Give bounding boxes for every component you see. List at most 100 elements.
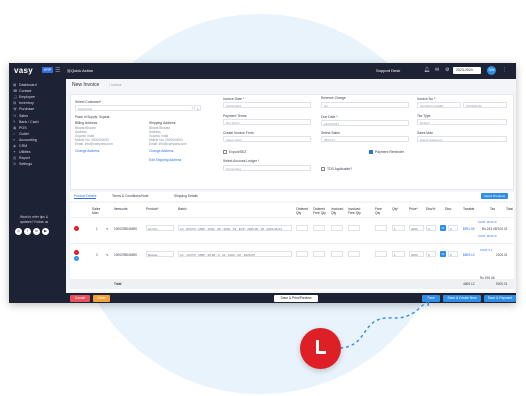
save-payment-button[interactable]: Save & Payment: [484, 294, 516, 302]
facebook-icon[interactable]: f: [24, 228, 31, 235]
invoice-prefix-input[interactable]: INV/2023-24/ABC: [417, 102, 461, 108]
sidebar-icon: ✦: [13, 150, 17, 155]
remove-row-icon[interactable]: −: [74, 250, 79, 255]
change-billing-link[interactable]: Change Address: [75, 149, 99, 153]
invoiced-qty[interactable]: [331, 251, 343, 257]
percent-icon[interactable]: %: [440, 251, 446, 257]
batch-select[interactable]: 1C : 1XXXX : MRP : 50.98 : S : 24 : 1000…: [178, 251, 292, 257]
col-header: Ordered Free Qty: [313, 207, 326, 215]
save-create-button[interactable]: Save & Create New: [443, 294, 481, 302]
batch-select[interactable]: 1C : 8XXXX : MRP : 1000 : UP : 3000 : S3…: [178, 225, 292, 231]
ordered-qty[interactable]: [296, 251, 308, 257]
sidebar-icon: ☎: [13, 89, 18, 94]
app-window: vasy ERP ☰ ▦ Quick Action Support Desk 🔔…: [9, 63, 516, 303]
qty-input[interactable]: 1: [392, 225, 405, 231]
tab-shipping[interactable]: Shipping Details: [174, 194, 198, 198]
invoiced-free-qty[interactable]: [348, 251, 360, 257]
support-desk-link[interactable]: Support Desk: [376, 68, 400, 73]
select-sales-input[interactable]: 0803-01: [321, 136, 409, 142]
taxable-value[interactable]: $809.12: [463, 253, 475, 257]
due-date-input[interactable]: 22/03/2023: [321, 120, 409, 126]
table-row: − 1 ✎ 1000295046590 Air Dro... 1C : 8XXX…: [70, 217, 514, 241]
tab-product-details[interactable]: Product Details: [74, 194, 97, 199]
select-products-button[interactable]: Select Products: [480, 193, 508, 199]
tax-line[interactable]: CGST 18.00 %: [478, 234, 497, 238]
product-select[interactable]: Beeble...: [146, 251, 174, 257]
product-select[interactable]: Air Dro...: [146, 225, 174, 231]
price-input[interactable]: 2000: [409, 251, 424, 257]
ordered-qty[interactable]: [296, 225, 308, 231]
disc-input[interactable]: 0: [448, 225, 458, 231]
disc-percent-input[interactable]: 0: [426, 251, 436, 257]
col-header: Free Qty: [375, 207, 382, 215]
message-icon[interactable]: ✉: [435, 67, 439, 73]
sidebar-icon: ▦: [13, 83, 17, 88]
col-header: Ordered Qty: [296, 207, 309, 215]
free-qty[interactable]: [375, 225, 387, 231]
avatar[interactable]: DW: [487, 66, 496, 75]
sales-man-select[interactable]: Select Salesman: [417, 136, 507, 142]
reverse-charge-label: Reverse Charge: [321, 96, 346, 100]
bell-icon[interactable]: 🔔︎: [424, 67, 430, 73]
disc-percent-input[interactable]: 0: [426, 225, 436, 231]
tax-amount: Rs 243.45: [482, 227, 497, 231]
add-customer-button[interactable]: +: [194, 105, 201, 111]
save-print-button[interactable]: Save & Print/Preview: [274, 294, 318, 302]
customer-label: Select Customer*: [75, 100, 102, 104]
payment-reminder-checkbox[interactable]: [369, 150, 373, 154]
grand-total: 9200.01: [496, 282, 508, 286]
change-shipping-link[interactable]: Change Address: [149, 149, 173, 153]
cancel-button[interactable]: Cancel: [70, 294, 90, 302]
col-header: Sales Man: [92, 207, 101, 215]
customer-select[interactable]: Mysticseal: [75, 105, 193, 111]
sidebar-item-label: Report: [19, 156, 30, 161]
edit-shipping-link[interactable]: Edit Shipping Address: [149, 158, 181, 162]
invoice-no-input[interactable]: INV0001/02: [463, 102, 507, 108]
export-label: Export/SEZ: [229, 150, 247, 154]
free-qty[interactable]: [375, 251, 387, 257]
tax-type-select[interactable]: Default: [417, 119, 507, 125]
tax-line[interactable]: CGST 18.00 %: [478, 220, 497, 224]
create-from-select[interactable]: Sales Order: [223, 136, 311, 142]
reverse-charge-select[interactable]: No: [321, 102, 409, 108]
account-ledger-select[interactable]: Accounting: [223, 165, 311, 171]
clear-button[interactable]: Clear: [93, 294, 110, 302]
year-select[interactable]: 2023-2024: [453, 67, 481, 74]
breadcrumb[interactable]: / Invoice: [109, 83, 122, 87]
taxable-value[interactable]: $591.06: [463, 227, 475, 231]
youtube-icon[interactable]: ▶: [42, 228, 49, 235]
payment-terms-label: Payment Terms: [223, 114, 247, 118]
invoice-date-input[interactable]: 22/03/2023: [223, 102, 311, 108]
sidebar-item-label: Accounting: [19, 137, 37, 142]
invoice-date-label: Invoice Date *: [223, 97, 245, 101]
linkedin-icon[interactable]: in: [33, 228, 40, 235]
payment-terms-select[interactable]: Net Terms: [223, 119, 311, 125]
hamburger-icon[interactable]: ☰: [55, 67, 60, 74]
create-from-label: Create Invoice From: [223, 131, 254, 135]
export-checkbox[interactable]: [223, 150, 227, 154]
col-header: Taxable: [463, 207, 475, 211]
qty-input[interactable]: 1: [392, 251, 405, 257]
invoiced-free-qty[interactable]: [348, 225, 360, 231]
settings-icon[interactable]: ⚙: [445, 67, 449, 73]
percent-icon[interactable]: %: [440, 225, 446, 231]
col-header: Invoiced Free Qty: [348, 207, 361, 215]
add-row-icon[interactable]: +: [74, 256, 79, 261]
sidebar-item-settings[interactable]: ⚙ Settings: [9, 161, 66, 167]
price-input[interactable]: 3000: [409, 225, 424, 231]
ordered-free-qty[interactable]: [313, 225, 325, 231]
edit-icon[interactable]: ✎: [106, 253, 109, 257]
edit-icon[interactable]: ✎: [106, 227, 109, 231]
tab-terms[interactable]: Terms & Conditions/Note: [112, 194, 148, 198]
remove-row-icon[interactable]: −: [74, 226, 79, 231]
invoiced-qty[interactable]: [331, 225, 343, 231]
more-icon[interactable]: ⋮: [502, 67, 507, 73]
sidebar-icon: %: [13, 113, 17, 118]
ordered-free-qty[interactable]: [313, 251, 325, 257]
disc-input[interactable]: 0: [448, 251, 458, 257]
quick-action-button[interactable]: Quick Action: [71, 68, 93, 73]
tax-line[interactable]: CGST 5.1: [480, 248, 492, 252]
instagram-icon[interactable]: ◎: [15, 228, 22, 235]
billing-line: Email: info@company.com: [75, 142, 113, 146]
tds-checkbox[interactable]: [321, 167, 325, 171]
